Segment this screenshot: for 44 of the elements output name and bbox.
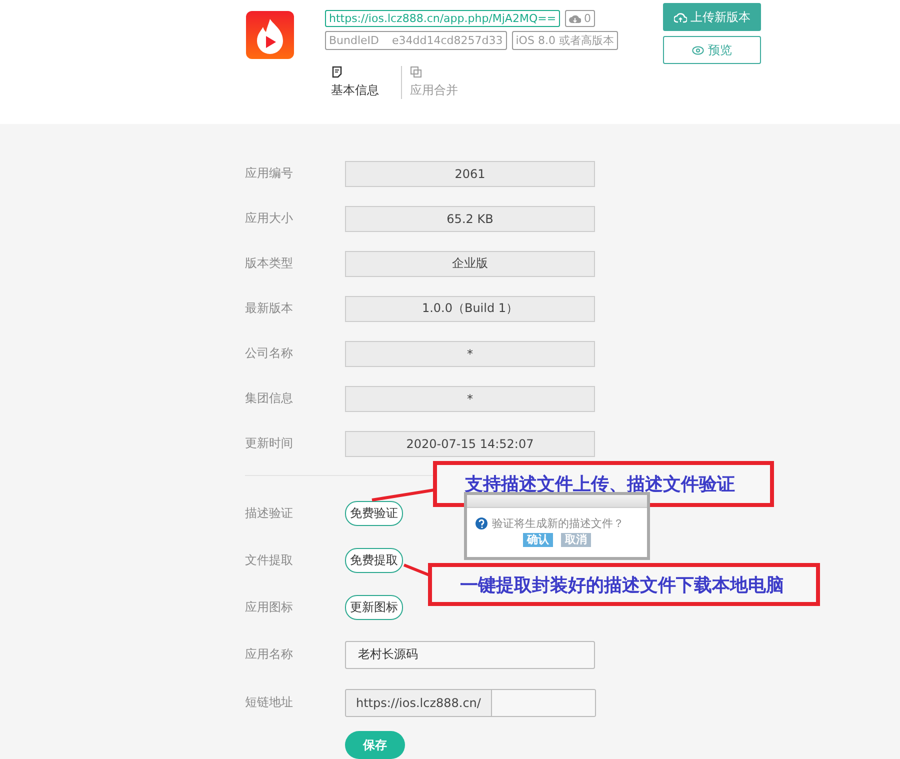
action-button[interactable]: 免费提取 xyxy=(345,548,403,573)
field-label: 应用图标 xyxy=(245,599,294,616)
bundle-id: BundleID e34dd14cd8257d33 xyxy=(325,31,507,50)
tab[interactable]: 基本信息 xyxy=(325,66,402,99)
app-url[interactable]: https://ios.lcz888.cn/app.php/MjA2MQ== xyxy=(325,10,560,27)
info-field: 企业版 xyxy=(345,250,595,276)
field-label: 最新版本 xyxy=(245,300,294,317)
copy-icon xyxy=(410,66,422,78)
info-field: 2020-07-15 14:52:07 xyxy=(345,430,595,456)
annotation-box: 一键提取封装好的描述文件下载本地电脑 xyxy=(428,563,820,606)
confirm-button[interactable]: 确认 xyxy=(523,533,553,547)
field-label: 应用名称 xyxy=(245,646,294,663)
field-label: 描述验证 xyxy=(245,505,294,522)
info-field: * xyxy=(345,340,595,366)
cloud-download-icon xyxy=(569,14,582,24)
field-label: 集团信息 xyxy=(245,390,294,407)
tab[interactable]: 应用合并 xyxy=(402,66,466,99)
question-icon xyxy=(475,517,488,530)
upload-button[interactable]: 上传新版本 xyxy=(663,3,761,31)
field-label: 应用编号 xyxy=(245,165,294,182)
field-label: 版本类型 xyxy=(245,255,294,272)
field-label: 短链地址 xyxy=(245,694,294,711)
ios-requirement: iOS 8.0 或者高版本 xyxy=(512,31,618,50)
eye-icon xyxy=(692,46,704,54)
info-field: 65.2 KB xyxy=(345,206,595,232)
cancel-button[interactable]: 取消 xyxy=(561,533,591,547)
info-field: 2061 xyxy=(345,160,595,186)
action-button[interactable]: 更新图标 xyxy=(345,595,403,620)
app-logo-icon xyxy=(246,11,294,59)
action-button[interactable]: 免费验证 xyxy=(345,501,403,526)
field-label: 文件提取 xyxy=(245,552,294,569)
field-label: 公司名称 xyxy=(245,345,294,362)
field-label: 更新时间 xyxy=(245,435,294,452)
download-count: 0 xyxy=(565,10,596,27)
app-name-field[interactable]: 老村长源码 xyxy=(345,640,595,668)
cloud-upload-icon xyxy=(674,12,686,22)
document-icon xyxy=(331,66,343,78)
dialog-message: 验证将生成新的描述文件？ xyxy=(492,516,624,531)
short-link-field[interactable]: https://ios.lcz888.cn/ xyxy=(345,688,596,716)
info-field: * xyxy=(345,386,595,412)
info-field: 1.0.0（Build 1） xyxy=(345,296,595,322)
preview-button[interactable]: 预览 xyxy=(663,36,761,64)
save-button[interactable]: 保存 xyxy=(345,731,405,759)
field-label: 应用大小 xyxy=(245,210,294,227)
